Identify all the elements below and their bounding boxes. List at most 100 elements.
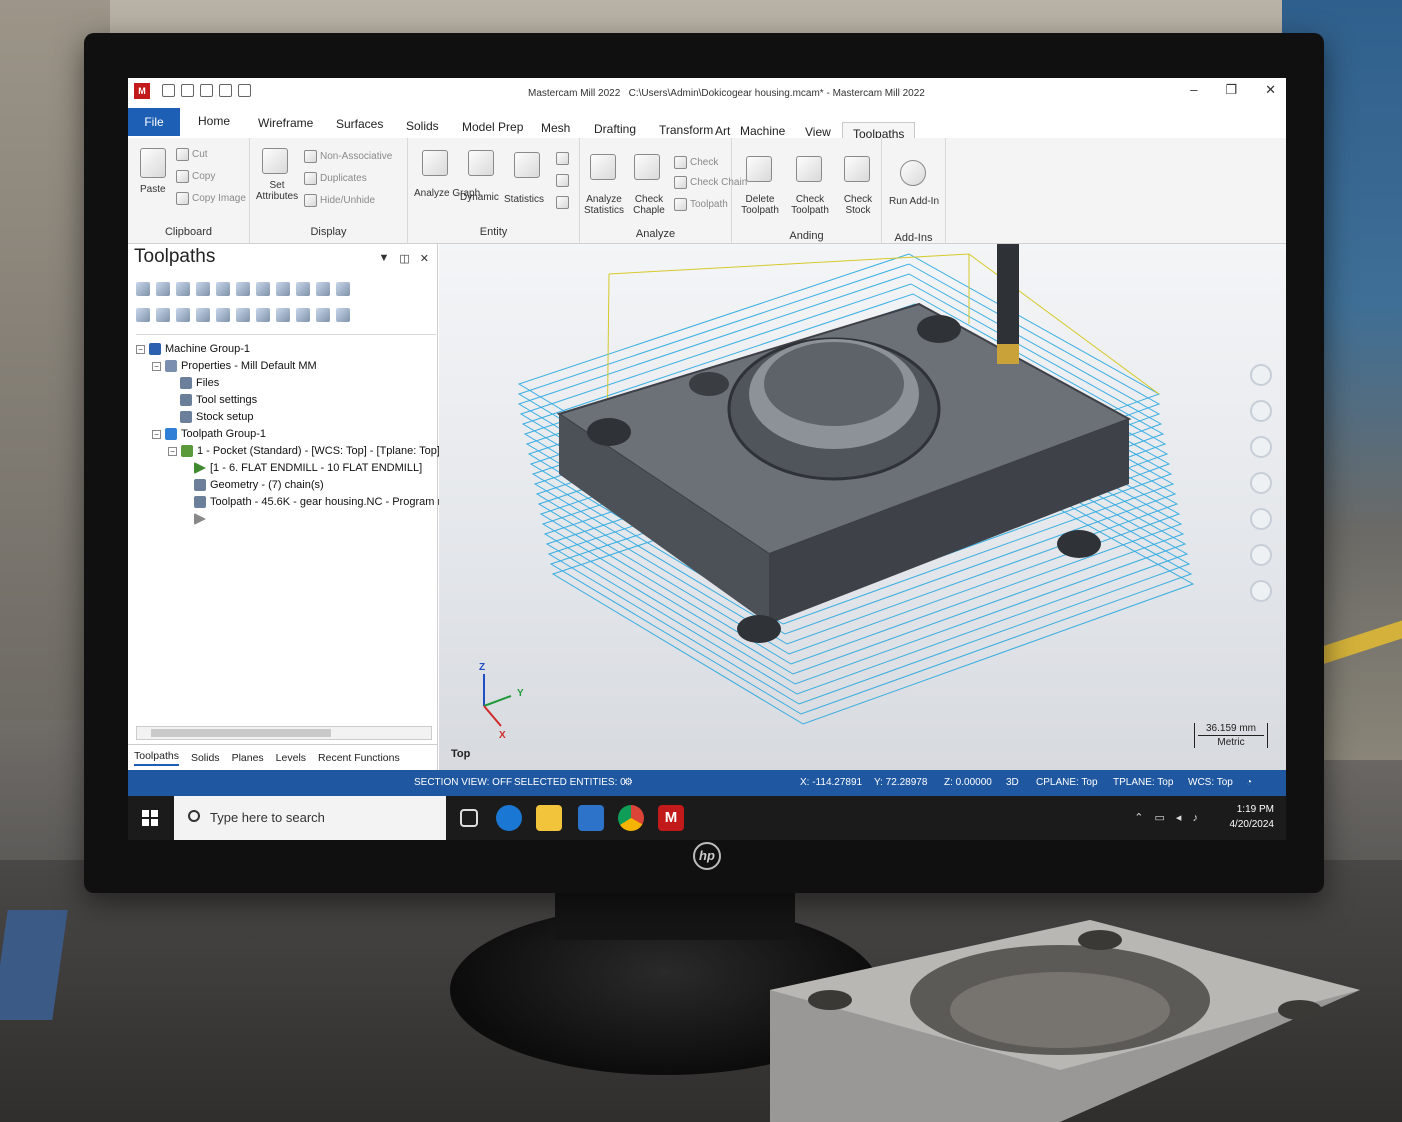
tab-art[interactable]: Art — [715, 124, 730, 138]
tree-node-toolpath-nc[interactable]: Toolpath - 45.6K - gear housing.NC - Pro… — [194, 496, 444, 508]
check-small-icon[interactable] — [674, 156, 687, 169]
selected-entities-status[interactable]: SELECTED ENTITIES: 0 — [514, 777, 626, 788]
windows-start-icon[interactable] — [142, 810, 158, 826]
toggle-display-icon[interactable] — [156, 308, 170, 322]
lock-icon[interactable] — [136, 308, 150, 322]
analyze-graph-icon[interactable] — [422, 150, 448, 176]
run-addin-label[interactable]: Run Add-In — [886, 196, 942, 207]
tab-view[interactable]: View — [805, 125, 831, 139]
entity-small-icon-2[interactable] — [556, 174, 569, 187]
toolpath-small-icon[interactable] — [674, 198, 687, 211]
wireframe-icon[interactable] — [1250, 580, 1272, 602]
check-chaple-icon[interactable] — [634, 154, 660, 180]
save-as-icon[interactable] — [219, 84, 232, 97]
select-all-icon[interactable] — [136, 282, 150, 296]
set-attributes-icon[interactable] — [262, 148, 288, 174]
dynamic-label[interactable]: Dynamic — [460, 192, 499, 203]
collapse-toggle-icon[interactable]: − — [152, 361, 161, 371]
high-feed-icon[interactable] — [296, 282, 310, 296]
analyze-statistics-label[interactable]: Analyze Statistics — [582, 194, 626, 216]
stock-model-icon[interactable] — [336, 308, 350, 322]
tree-node-properties[interactable]: − Properties - Mill Default MM — [152, 360, 317, 372]
non-associative-icon[interactable] — [304, 150, 317, 163]
tab-surfaces[interactable]: Surfaces — [336, 117, 383, 131]
section-view-status[interactable]: SECTION VIEW: OFF — [414, 777, 512, 788]
manager-tab-solids[interactable]: Solids — [191, 752, 220, 764]
duplicates-icon[interactable] — [304, 172, 317, 185]
system-tray-icons[interactable]: ⌃ ▭ ◂ ♪ — [1134, 811, 1202, 824]
regenerate-dirty-icon[interactable] — [196, 282, 210, 296]
tree-node-operation-pocket[interactable]: − 1 - Pocket (Standard) - [WCS: Top] - [… — [168, 445, 440, 457]
backplot-icon[interactable] — [216, 282, 230, 296]
cplane-status[interactable]: CPLANE: Top — [1036, 777, 1098, 788]
move-up-icon[interactable] — [216, 308, 230, 322]
entity-small-icon-3[interactable] — [556, 196, 569, 209]
panel-pin-icon[interactable]: ◫ — [399, 252, 409, 265]
manager-tab-toolpaths[interactable]: Toolpaths — [134, 750, 179, 766]
collapse-toggle-icon[interactable]: − — [136, 344, 145, 354]
insert-arrow-icon[interactable] — [236, 308, 250, 322]
help-toolpath-icon[interactable] — [336, 282, 350, 296]
delete-toolpath-icon[interactable] — [746, 156, 772, 182]
copy-icon[interactable] — [176, 170, 189, 183]
check-toolpath-icon[interactable] — [796, 156, 822, 182]
tab-drafting[interactable]: Drafting — [594, 122, 636, 136]
tree-node-toolpath-group[interactable]: − Toolpath Group-1 — [152, 428, 266, 440]
print-icon[interactable] — [238, 84, 251, 97]
copy-image-label[interactable]: Copy Image — [192, 193, 246, 204]
tab-solids[interactable]: Solids — [406, 119, 439, 133]
open-file-icon[interactable] — [181, 84, 194, 97]
task-view-icon[interactable] — [460, 809, 478, 827]
store-icon[interactable] — [578, 805, 604, 831]
tree-node-stock-setup[interactable]: Stock setup — [180, 411, 253, 423]
check-stock-icon[interactable] — [844, 156, 870, 182]
tree-node-machine-group[interactable]: − Machine Group-1 — [136, 343, 250, 355]
tree-node-geometry[interactable]: Geometry - (7) chain(s) — [194, 479, 324, 491]
tab-home[interactable]: Home — [198, 114, 230, 128]
taskbar-search-box[interactable]: Type here to search — [174, 796, 446, 840]
tree-node-files[interactable]: Files — [180, 377, 219, 389]
tree-node-insert-arrow[interactable] — [194, 513, 206, 525]
file-explorer-icon[interactable] — [536, 805, 562, 831]
save-icon[interactable] — [200, 84, 213, 97]
hide-unhide-icon[interactable] — [304, 194, 317, 207]
panel-close-icon[interactable]: ✕ — [420, 252, 429, 265]
close-button[interactable]: ✕ — [1265, 82, 1276, 98]
toggle-posting-icon[interactable] — [176, 308, 190, 322]
wcs-status[interactable]: WCS: Top — [1188, 777, 1233, 788]
status-info-icon[interactable]: ⚙ — [624, 777, 633, 788]
tree-node-tool[interactable]: [1 - 6. FLAT ENDMILL - 10 FLAT ENDMILL] — [194, 462, 422, 474]
panel-dropdown-icon[interactable]: ▼ — [378, 252, 389, 265]
shade-icon[interactable] — [1250, 544, 1272, 566]
toolpath-small-label[interactable]: Toolpath — [690, 199, 728, 210]
clock[interactable]: 1:19 PM 4/20/2024 — [1230, 802, 1275, 832]
cut-icon[interactable] — [176, 148, 189, 161]
manager-tab-planes[interactable]: Planes — [232, 752, 264, 764]
paste-label[interactable]: Paste — [140, 184, 166, 195]
chrome-icon[interactable] — [618, 805, 644, 831]
delete-toolpath-label[interactable]: Delete Toolpath — [738, 194, 782, 216]
copy-image-icon[interactable] — [176, 192, 189, 205]
post-icon[interactable] — [276, 282, 290, 296]
zoom-icon[interactable] — [1250, 472, 1272, 494]
minimize-button[interactable]: – — [1190, 82, 1197, 98]
tplane-status[interactable]: TPLANE: Top — [1113, 777, 1173, 788]
tab-model-prep[interactable]: Model Prep — [462, 120, 523, 134]
copy-label[interactable]: Copy — [192, 171, 215, 182]
pan-icon[interactable] — [1250, 436, 1272, 458]
manager-tab-recent-functions[interactable]: Recent Functions — [318, 752, 400, 764]
tab-machine[interactable]: Machine — [740, 124, 785, 138]
collapse-icon[interactable] — [316, 308, 330, 322]
simulate-icon[interactable] — [256, 282, 270, 296]
duplicates-label[interactable]: Duplicates — [320, 173, 367, 184]
entity-small-icon-1[interactable] — [556, 152, 569, 165]
statistics-label[interactable]: Statistics — [504, 194, 544, 205]
dynamic-icon[interactable] — [468, 150, 494, 176]
check-small-label[interactable]: Check — [690, 157, 718, 168]
non-associative-label[interactable]: Non-Associative — [320, 151, 392, 162]
collapse-toggle-icon[interactable]: − — [152, 429, 161, 439]
tab-transform[interactable]: Transform — [659, 123, 713, 137]
manager-tab-levels[interactable]: Levels — [276, 752, 306, 764]
statistics-icon[interactable] — [514, 152, 540, 178]
set-attributes-label[interactable]: Set Attributes — [254, 180, 300, 202]
